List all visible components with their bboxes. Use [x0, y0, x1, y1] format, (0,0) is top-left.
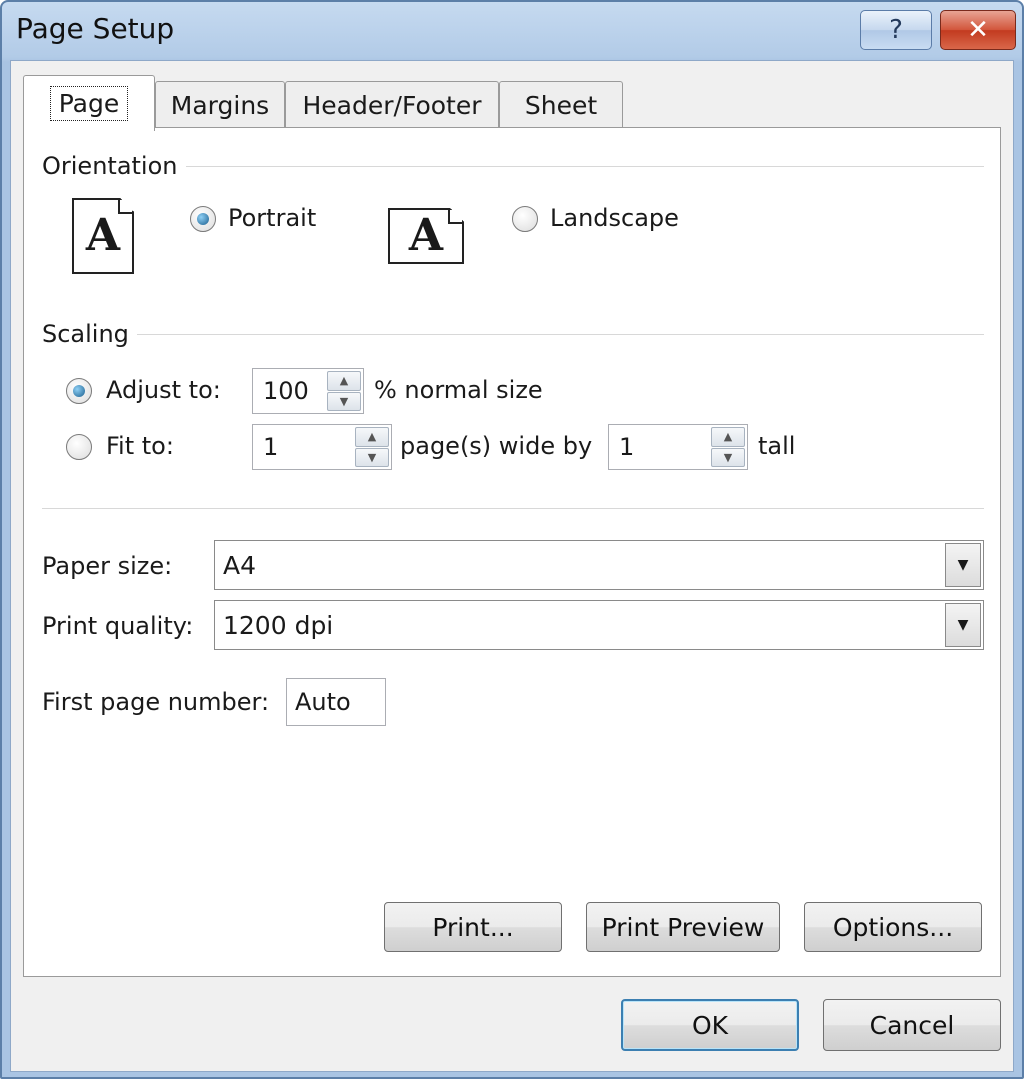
landscape-radio[interactable]: [512, 206, 538, 232]
landscape-page-icon: A: [388, 208, 464, 264]
dialog-client-area: Page Margins Header/Footer Sheet Orienta…: [10, 60, 1014, 1072]
tab-header-footer-label: Header/Footer: [302, 91, 482, 120]
paper-size-dropdown-arrow-icon[interactable]: ▼: [945, 543, 981, 587]
portrait-radio[interactable]: [190, 206, 216, 232]
adjust-to-suffix: % normal size: [374, 376, 543, 404]
print-quality-dropdown-arrow-icon[interactable]: ▼: [945, 603, 981, 647]
adjust-down-arrow-icon[interactable]: ▼: [327, 391, 361, 411]
tab-page-label: Page: [49, 86, 129, 121]
orientation-divider: [174, 166, 984, 167]
page-setup-dialog: Page Setup ? ✕ Page Margins Header/Foote…: [0, 0, 1024, 1079]
print-quality-label: Print quality:: [42, 612, 194, 640]
help-button[interactable]: ?: [860, 10, 932, 50]
fit-tall-down-arrow-icon[interactable]: ▼: [711, 447, 745, 467]
paper-size-select[interactable]: A4 ▼: [214, 540, 984, 590]
fit-tall-up-arrow-icon[interactable]: ▲: [711, 427, 745, 447]
adjust-to-label[interactable]: Adjust to:: [106, 376, 221, 404]
tab-page[interactable]: Page: [23, 75, 155, 131]
fit-wide-down-arrow-icon[interactable]: ▼: [355, 447, 389, 467]
print-quality-value[interactable]: 1200 dpi: [223, 611, 333, 640]
scaling-group-label: Scaling: [42, 320, 137, 348]
landscape-icon-letter: A: [408, 210, 444, 261]
window-title: Page Setup: [16, 12, 175, 45]
first-page-number-input[interactable]: Auto: [286, 678, 386, 726]
close-button[interactable]: ✕: [940, 10, 1016, 50]
fit-tall-value[interactable]: 1: [619, 433, 634, 461]
portrait-icon-letter: A: [85, 210, 121, 261]
portrait-label[interactable]: Portrait: [228, 204, 316, 232]
print-button[interactable]: Print...: [384, 902, 562, 952]
tab-margins-label: Margins: [170, 91, 270, 120]
adjust-to-radio[interactable]: [66, 378, 92, 404]
fit-wide-value[interactable]: 1: [263, 433, 278, 461]
fit-to-label[interactable]: Fit to:: [106, 432, 174, 460]
fit-wide-spinner[interactable]: 1 ▲ ▼: [252, 424, 392, 470]
paper-size-value[interactable]: A4: [223, 551, 256, 580]
fit-wide-up-arrow-icon[interactable]: ▲: [355, 427, 389, 447]
cancel-button[interactable]: Cancel: [823, 999, 1001, 1051]
fit-tall-suffix: tall: [758, 432, 796, 460]
scaling-bottom-divider: [42, 508, 984, 509]
print-quality-select[interactable]: 1200 dpi ▼: [214, 600, 984, 650]
tab-header-footer[interactable]: Header/Footer: [285, 81, 499, 129]
adjust-to-spinner[interactable]: 100 ▲ ▼: [252, 368, 364, 414]
adjust-up-arrow-icon[interactable]: ▲: [327, 371, 361, 391]
ok-button[interactable]: OK: [621, 999, 799, 1051]
tab-sheet-label: Sheet: [524, 91, 598, 120]
orientation-group-label: Orientation: [42, 152, 186, 180]
portrait-page-icon: A: [72, 198, 134, 274]
first-page-number-label: First page number:: [42, 688, 270, 716]
fit-tall-spinner[interactable]: 1 ▲ ▼: [608, 424, 748, 470]
options-button[interactable]: Options...: [804, 902, 982, 952]
page-tab-panel: Orientation A Portrait A Landscape Scali…: [23, 127, 1001, 977]
tab-margins[interactable]: Margins: [155, 81, 285, 129]
fit-to-radio[interactable]: [66, 434, 92, 460]
landscape-label[interactable]: Landscape: [550, 204, 679, 232]
tab-sheet[interactable]: Sheet: [499, 81, 623, 129]
scaling-divider: [136, 334, 984, 335]
print-preview-button[interactable]: Print Preview: [586, 902, 780, 952]
fit-wide-suffix: page(s) wide by: [400, 432, 593, 460]
first-page-number-value[interactable]: Auto: [295, 688, 351, 716]
paper-size-label: Paper size:: [42, 552, 173, 580]
adjust-to-value[interactable]: 100: [263, 377, 309, 405]
